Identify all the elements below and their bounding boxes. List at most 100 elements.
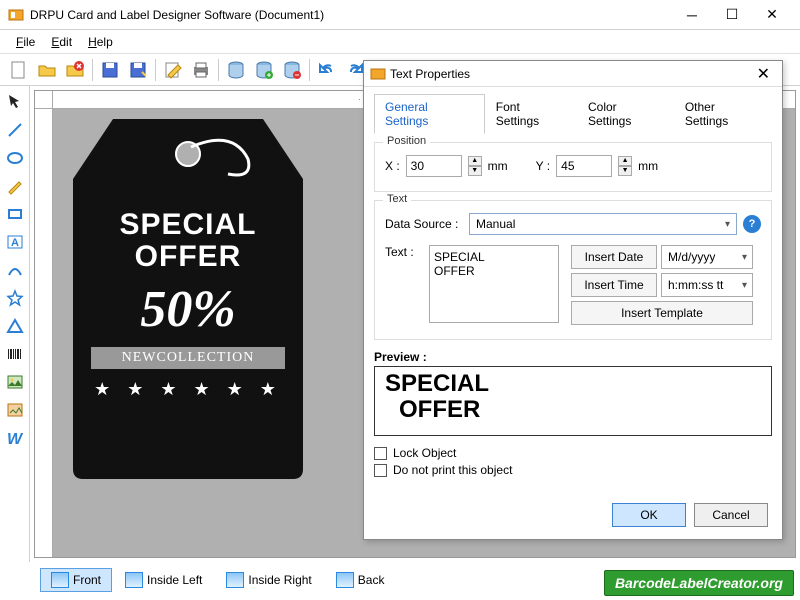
tag-line2: OFFER <box>73 241 303 273</box>
time-format-select[interactable]: h:mm:ss tt <box>661 273 753 297</box>
tab-inside-left-label: Inside Left <box>147 573 202 587</box>
pointer-tool-icon[interactable] <box>3 90 27 114</box>
x-label: X : <box>385 159 400 173</box>
preview-label: Preview : <box>374 350 772 364</box>
wordart-tool-icon[interactable]: W <box>3 426 27 450</box>
new-icon[interactable] <box>6 57 32 83</box>
svg-text:W: W <box>7 431 24 447</box>
tab-back[interactable]: Back <box>325 568 396 592</box>
tag-percent: 50% <box>73 280 303 339</box>
position-group-label: Position <box>383 135 430 147</box>
text-properties-dialog: Text Properties ✕ General Settings Font … <box>363 60 783 540</box>
titlebar: DRPU Card and Label Designer Software (D… <box>0 0 800 30</box>
image-tool-icon[interactable] <box>3 370 27 394</box>
dialog-icon <box>370 66 386 82</box>
tab-inside-left[interactable]: Inside Left <box>114 568 213 592</box>
tab-back-label: Back <box>358 573 385 587</box>
ellipse-tool-icon[interactable] <box>3 146 27 170</box>
dialog-title: Text Properties <box>390 67 751 81</box>
menu-file[interactable]: File <box>8 32 43 52</box>
menubar: File Edit Help <box>0 30 800 54</box>
text-input[interactable] <box>429 245 559 323</box>
tag-stars: ★ ★ ★ ★ ★ ★ <box>73 379 303 400</box>
noprint-checkbox[interactable]: Do not print this object <box>374 463 772 477</box>
dialog-close-icon[interactable]: ✕ <box>751 64 776 84</box>
tag-stripe: NEWCOLLECTION <box>91 347 285 369</box>
ruler-vertical <box>35 109 53 557</box>
save-icon[interactable] <box>97 57 123 83</box>
close-file-icon[interactable] <box>62 57 88 83</box>
line-tool-icon[interactable] <box>3 118 27 142</box>
db-icon[interactable] <box>223 57 249 83</box>
tab-color-settings[interactable]: Color Settings <box>577 94 674 134</box>
date-format-select[interactable]: M/d/yyyy <box>661 245 753 269</box>
datasource-select[interactable]: Manual <box>469 213 737 235</box>
preview-box: SPECIAL OFFER <box>374 366 772 436</box>
x-spinner[interactable]: ▲▼ <box>468 156 482 176</box>
page-icon <box>125 572 143 588</box>
arc-tool-icon[interactable] <box>3 258 27 282</box>
rect-tool-icon[interactable] <box>3 202 27 226</box>
page-icon <box>51 572 69 588</box>
menu-help[interactable]: Help <box>80 32 121 52</box>
triangle-tool-icon[interactable] <box>3 314 27 338</box>
y-spinner[interactable]: ▲▼ <box>618 156 632 176</box>
db-add-icon[interactable] <box>251 57 277 83</box>
x-input[interactable]: 30 <box>406 155 462 177</box>
window-title: DRPU Card and Label Designer Software (D… <box>30 8 672 22</box>
lock-object-label: Lock Object <box>393 446 456 460</box>
tab-front-label: Front <box>73 573 101 587</box>
text-label: Text : <box>385 245 423 259</box>
text-group: Text Data Source : Manual ? Text : Inser… <box>374 200 772 340</box>
tab-front[interactable]: Front <box>40 568 112 592</box>
tab-general-settings[interactable]: General Settings <box>374 94 485 134</box>
minimize-button[interactable]: ─ <box>672 1 712 29</box>
cancel-button[interactable]: Cancel <box>694 503 768 527</box>
brand-watermark: BarcodeLabelCreator.org <box>604 570 794 596</box>
help-icon[interactable]: ? <box>743 215 761 233</box>
x-unit: mm <box>488 159 508 173</box>
maximize-button[interactable]: ☐ <box>712 1 752 29</box>
app-icon <box>8 7 24 23</box>
dialog-tabs: General Settings Font Settings Color Set… <box>374 93 772 134</box>
open-icon[interactable] <box>34 57 60 83</box>
preview-line2: OFFER <box>385 397 761 423</box>
gallery-tool-icon[interactable] <box>3 398 27 422</box>
position-group: Position X : 30 ▲▼ mm Y : 45 ▲▼ mm <box>374 142 772 192</box>
svg-text:A: A <box>11 237 19 249</box>
noprint-label: Do not print this object <box>393 463 512 477</box>
y-label: Y : <box>536 159 550 173</box>
insert-template-button[interactable]: Insert Template <box>571 301 753 325</box>
left-toolbox: A W <box>0 86 30 562</box>
dialog-titlebar[interactable]: Text Properties ✕ <box>364 61 782 87</box>
tab-inside-right-label: Inside Right <box>248 573 311 587</box>
edit-icon[interactable] <box>160 57 186 83</box>
print-icon[interactable] <box>188 57 214 83</box>
undo-icon[interactable] <box>314 57 340 83</box>
page-icon <box>336 572 354 588</box>
save-as-icon[interactable] <box>125 57 151 83</box>
barcode-tool-icon[interactable] <box>3 342 27 366</box>
lock-object-checkbox[interactable]: Lock Object <box>374 446 772 460</box>
ok-button[interactable]: OK <box>612 503 686 527</box>
menu-edit[interactable]: Edit <box>43 32 80 52</box>
insert-time-button[interactable]: Insert Time <box>571 273 657 297</box>
tag-line1: SPECIAL <box>73 209 303 241</box>
star-tool-icon[interactable] <box>3 286 27 310</box>
y-unit: mm <box>638 159 658 173</box>
tab-font-settings[interactable]: Font Settings <box>485 94 577 134</box>
datasource-label: Data Source : <box>385 217 463 231</box>
insert-date-button[interactable]: Insert Date <box>571 245 657 269</box>
text-tool-icon[interactable]: A <box>3 230 27 254</box>
label-preview[interactable]: SPECIAL OFFER 50% NEWCOLLECTION ★ ★ ★ ★ … <box>73 119 303 479</box>
y-input[interactable]: 45 <box>556 155 612 177</box>
page-icon <box>226 572 244 588</box>
ruler-corner <box>35 91 53 109</box>
tab-inside-right[interactable]: Inside Right <box>215 568 322 592</box>
text-group-label: Text <box>383 193 411 205</box>
close-button[interactable]: ✕ <box>752 1 792 29</box>
tab-other-settings[interactable]: Other Settings <box>674 94 772 134</box>
db-remove-icon[interactable] <box>279 57 305 83</box>
preview-line1: SPECIAL <box>385 371 761 397</box>
pencil-tool-icon[interactable] <box>3 174 27 198</box>
